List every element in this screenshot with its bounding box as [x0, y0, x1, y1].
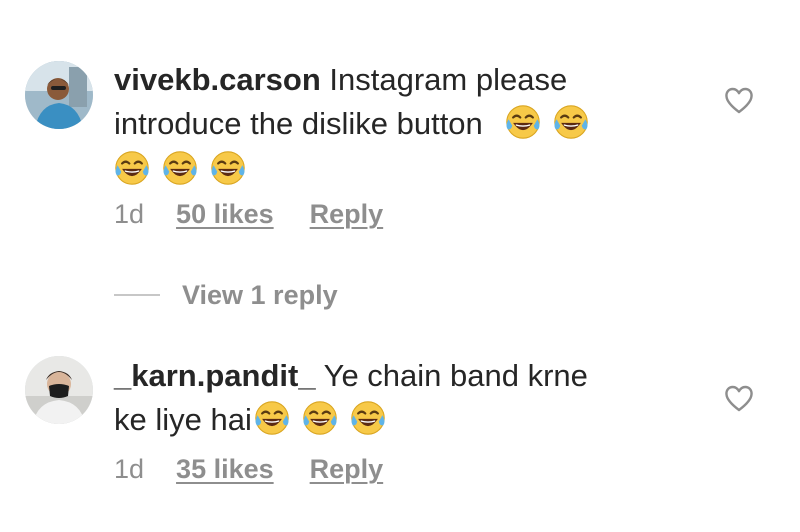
- face-with-tears-of-joy-icon: [505, 104, 541, 140]
- view-replies-label: View 1 reply: [182, 280, 338, 310]
- face-with-tears-of-joy-icon: [210, 150, 246, 186]
- face-with-tears-of-joy-icon: [254, 400, 290, 436]
- comment-text: _karn.pandit_ Ye chain band krne ke liye…: [114, 354, 674, 442]
- comment-likes-link[interactable]: 35 likes: [176, 452, 274, 486]
- comment-timestamp: 1d: [114, 454, 145, 484]
- comment-username[interactable]: vivekb.carson: [114, 62, 321, 97]
- avatar[interactable]: [25, 356, 93, 424]
- reply-button[interactable]: Reply: [310, 197, 384, 231]
- comment-likes-link[interactable]: 50 likes: [176, 197, 274, 231]
- comment-body-line2: introduce the dislike button: [114, 106, 483, 141]
- face-with-tears-of-joy-icon: [553, 104, 589, 140]
- comment-body-line1: Instagram please: [320, 62, 568, 97]
- avatar[interactable]: [25, 61, 93, 129]
- like-heart-icon[interactable]: [724, 384, 754, 412]
- avatar-image: [25, 356, 93, 424]
- avatar-image: [25, 61, 93, 129]
- face-with-tears-of-joy-icon: [162, 150, 198, 186]
- comment-text: vivekb.carson Instagram please introduce…: [114, 58, 674, 192]
- comment-timestamp: 1d: [114, 199, 145, 229]
- face-with-tears-of-joy-icon: [350, 400, 386, 436]
- like-heart-icon[interactable]: [724, 86, 754, 114]
- face-with-tears-of-joy-icon: [302, 400, 338, 436]
- face-with-tears-of-joy-icon: [114, 150, 150, 186]
- replies-divider: [114, 294, 160, 296]
- comment-body-line2: ke liye hai: [114, 402, 252, 437]
- comment-meta: 1d 50 likes Reply: [114, 197, 383, 231]
- comment-meta: 1d 35 likes Reply: [114, 452, 383, 486]
- comment-body-line1: Ye chain band krne: [315, 358, 588, 393]
- reply-button[interactable]: Reply: [310, 452, 384, 486]
- comment-username[interactable]: _karn.pandit_: [114, 358, 316, 393]
